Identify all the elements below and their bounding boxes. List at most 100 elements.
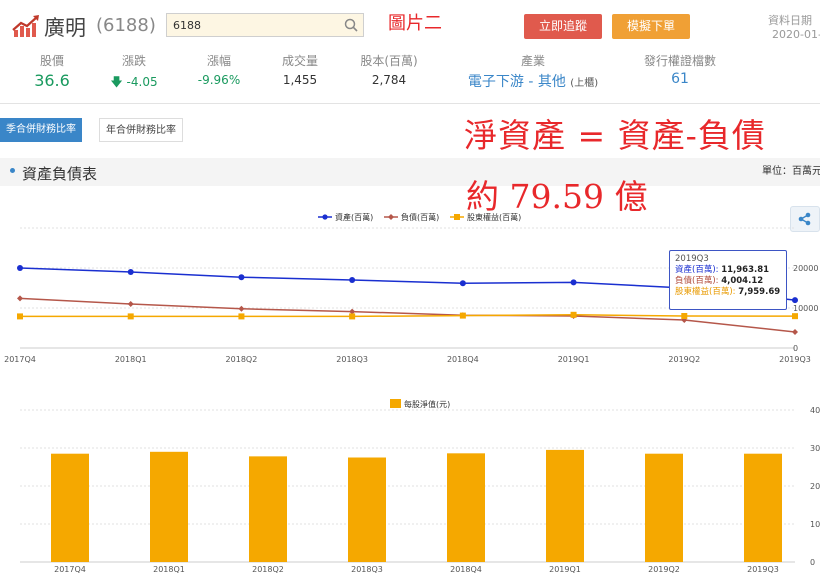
section-title: 資產負債表 — [22, 165, 98, 183]
data-point — [349, 313, 356, 320]
simulate-order-button[interactable]: 模擬下單 — [612, 14, 690, 39]
x-tick-label: 2017Q4 — [54, 565, 86, 574]
x-tick-label: 2018Q3 — [351, 565, 383, 574]
share-icon — [798, 212, 811, 226]
data-date-label: 資料日期 — [768, 14, 812, 27]
industry-value-wrap[interactable]: 電子下游 - 其他 (上櫃) — [452, 71, 614, 91]
annotation-approx-value: 約 79.59 億 — [466, 177, 648, 216]
data-point — [570, 313, 577, 319]
legend-marker — [390, 399, 401, 408]
capital-header: 股本(百萬) — [360, 54, 418, 68]
y-tick-label: 20 — [810, 482, 820, 491]
x-tick-label: 2019Q1 — [558, 355, 590, 364]
bar — [645, 453, 683, 562]
chart-tooltip: 2019Q3 資產(百萬): 11,963.81 負債(百萬): 4,004.1… — [669, 250, 787, 310]
y-tick-label: 0 — [810, 558, 815, 567]
y-tick-label: 20000 — [793, 264, 818, 273]
data-point — [127, 301, 134, 307]
data-point — [349, 308, 356, 315]
tooltip-row-liabilities: 負債(百萬): 4,004.12 — [675, 276, 781, 287]
y-tick-label: 30 — [810, 444, 820, 453]
x-tick-label: 2019Q2 — [648, 565, 680, 574]
data-point — [459, 312, 466, 319]
x-tick-label: 2019Q3 — [747, 565, 779, 574]
arrow-down-icon: 🡇 — [110, 75, 123, 89]
tooltip-label: 負債(百萬): — [675, 276, 719, 286]
price-header: 股價 — [39, 54, 64, 68]
tooltip-value: 4,004.12 — [721, 276, 764, 286]
bar — [150, 451, 188, 562]
data-point — [238, 274, 245, 281]
volume-value: 1,455 — [282, 73, 318, 87]
data-point — [792, 313, 798, 320]
industry-value[interactable]: 電子下游 - 其他 — [468, 74, 566, 90]
search-icon[interactable] — [343, 17, 359, 33]
search-input[interactable] — [167, 14, 343, 36]
volume-header: 成交量 — [281, 54, 318, 68]
tooltip-label: 股東權益(百萬): — [675, 287, 736, 297]
data-point — [681, 317, 688, 323]
data-point — [17, 313, 23, 320]
legend-marker — [322, 214, 328, 220]
x-tick-label: 2018Q4 — [447, 355, 479, 364]
data-point — [238, 313, 245, 320]
tooltip-label: 資產(百萬): — [675, 265, 719, 275]
search-box[interactable] — [166, 13, 364, 37]
tab-annual-ratio[interactable]: 年合併財務比率 — [99, 118, 183, 142]
data-point — [792, 328, 798, 335]
industry-header: 產業 — [520, 54, 545, 68]
bar — [51, 453, 89, 562]
x-tick-label: 2019Q2 — [668, 355, 700, 364]
tooltip-row-equity: 股東權益(百萬): 7,959.69 — [675, 287, 781, 298]
change-value-wrap: 🡇 -4.05 — [89, 73, 179, 94]
tab-quarterly-ratio[interactable]: 季合併財務比率 — [0, 118, 82, 142]
data-point — [238, 305, 245, 312]
y-tick-label: 10000 — [793, 304, 818, 313]
data-point — [681, 313, 688, 319]
stock-name: 廣明 — [44, 16, 86, 40]
data-point — [792, 297, 798, 304]
section-bar: 資產負債表 單位：百萬元 — [0, 158, 820, 186]
bar — [744, 453, 782, 562]
capital-value: 2,784 — [371, 73, 407, 87]
bar — [249, 456, 287, 562]
x-tick-label: 2018Q1 — [153, 565, 185, 574]
legend-marker — [454, 214, 460, 220]
share-button[interactable] — [790, 206, 820, 232]
data-point — [17, 265, 23, 271]
warrants-value[interactable]: 61 — [620, 71, 740, 87]
legend-label: 負債(百萬) — [401, 212, 439, 222]
data-point — [459, 312, 466, 319]
tooltip-value: 11,963.81 — [721, 265, 770, 275]
annotation-equation: 淨資產 = 資產-負債 — [464, 116, 766, 155]
x-tick-label: 2018Q4 — [450, 565, 482, 574]
bar — [348, 457, 386, 562]
annotation-picture-label: 圖片二 — [388, 13, 442, 34]
bar — [447, 453, 485, 562]
data-date-value: 2020-01-0 — [772, 28, 820, 41]
bar — [546, 449, 584, 562]
data-point — [459, 280, 466, 287]
stock-code: (6188) — [96, 15, 156, 36]
legend-label: 每股淨值(元) — [404, 399, 450, 409]
x-tick-label: 2018Q3 — [336, 355, 368, 364]
x-tick-label: 2018Q1 — [115, 355, 147, 364]
listing-tag: (上櫃) — [570, 78, 599, 89]
change-pct-value: -9.96% — [197, 73, 241, 87]
change-header: 漲跌 — [121, 54, 146, 68]
legend-label: 資產(百萬) — [335, 212, 373, 222]
data-point — [349, 277, 356, 283]
data-point — [127, 269, 134, 275]
x-tick-label: 2019Q1 — [549, 565, 581, 574]
change-value: -4.05 — [126, 75, 158, 89]
data-point — [17, 295, 23, 302]
change-pct-header: 漲幅 — [206, 54, 231, 68]
section-bullet — [10, 168, 15, 173]
series-line — [20, 314, 796, 318]
x-tick-label: 2017Q4 — [4, 355, 36, 364]
x-tick-label: 2018Q2 — [252, 565, 284, 574]
data-point — [570, 311, 577, 318]
track-now-button[interactable]: 立即追蹤 — [524, 14, 602, 39]
tooltip-category: 2019Q3 — [675, 254, 709, 264]
unit-label: 單位：百萬元 — [762, 166, 820, 177]
